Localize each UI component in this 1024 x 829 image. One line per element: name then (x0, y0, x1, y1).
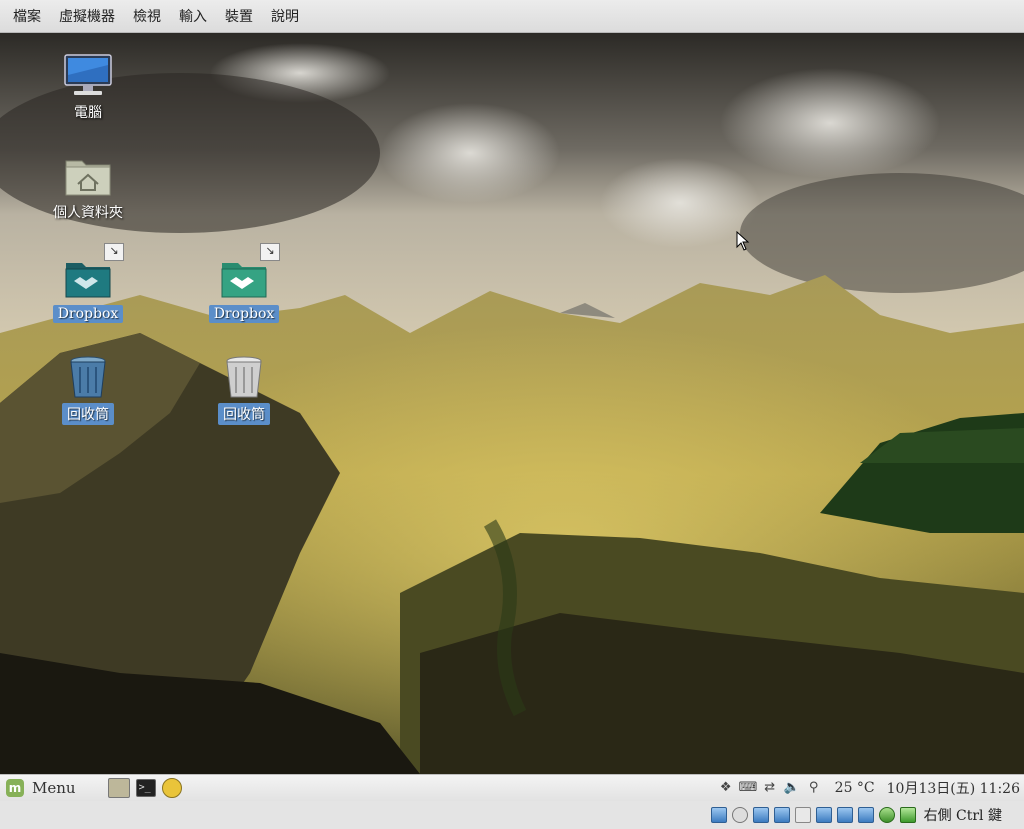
mouse-integration-icon[interactable] (878, 807, 895, 823)
desktop-icon-dropbox[interactable]: ↘ Dropbox (196, 243, 292, 323)
menu-machine[interactable]: 虛擬機器 (52, 2, 122, 30)
wallpaper (0, 33, 1024, 774)
desktop-icon-label: 回收筒 (218, 403, 270, 425)
weather-applet[interactable]: 25 °C (835, 780, 875, 796)
dropbox-folder-icon: ↘ (62, 243, 124, 303)
menu-file[interactable]: 檔案 (6, 2, 48, 30)
menu-devices[interactable]: 裝置 (218, 2, 260, 30)
host-key-arrow-icon (899, 807, 916, 823)
network-status-icon[interactable] (752, 807, 769, 823)
desktop-icon-trash[interactable]: 回收筒 (196, 355, 292, 425)
vbox-statusbar: 右側 Ctrl 鍵 (0, 801, 1024, 829)
guest-panel: m Menu >_ ❖ ⌨ ⇄ 🔈 ⚲ 25 °C 10月13日(五) 11:2… (0, 774, 1024, 801)
menu-label: Menu (32, 779, 76, 797)
desktop-icon-label: 回收筒 (62, 403, 114, 425)
start-menu-button[interactable]: m Menu (6, 776, 76, 800)
menu-help[interactable]: 說明 (264, 2, 306, 30)
system-tray: ❖ ⌨ ⇄ 🔈 ⚲ 25 °C 10月13日(五) 11:26 (717, 775, 1024, 801)
terminal-icon[interactable]: >_ (135, 779, 156, 797)
host-key-label: 右側 Ctrl 鍵 (923, 808, 1002, 824)
shared-folder-icon[interactable] (794, 807, 811, 823)
volume-icon[interactable]: 🔈 (783, 779, 801, 797)
video-capture-icon[interactable] (836, 807, 853, 823)
desktop-icon-trash[interactable]: 回收筒 (40, 355, 136, 425)
menu-input[interactable]: 輸入 (172, 2, 214, 30)
trash-icon (62, 355, 114, 401)
desktop-icon-label: Dropbox (208, 305, 280, 323)
link-arrow-icon: ↘ (260, 243, 280, 261)
usb-icon[interactable] (773, 807, 790, 823)
mint-logo-icon: m (6, 779, 24, 797)
desktop-icon-computer[interactable]: 電腦 (40, 53, 136, 123)
desktop-icon-label: 電腦 (74, 105, 102, 121)
dropbox-folder-icon: ↘ (218, 243, 280, 303)
link-arrow-icon: ↘ (104, 243, 124, 261)
host-menubar: 檔案 虛擬機器 檢視 輸入 裝置 說明 (0, 0, 1024, 33)
trash-icon (218, 355, 270, 401)
dropbox-tray-icon[interactable]: ❖ (717, 779, 735, 797)
guest-desktop[interactable]: 電腦 個人資料夾 ↘ Dropbox ↘ Dropbox 回收筒 回收筒 (0, 33, 1024, 774)
update-manager-icon[interactable] (161, 778, 182, 798)
desktop-icon-home[interactable]: 個人資料夾 (40, 153, 136, 223)
optical-drive-icon[interactable] (731, 807, 748, 823)
home-folder-icon (62, 153, 114, 199)
files-icon[interactable] (107, 778, 130, 798)
desktop-icon-label: Dropbox (52, 305, 124, 323)
desktop-icon-dropbox[interactable]: ↘ Dropbox (40, 243, 136, 323)
keyboard-icon[interactable]: ⌨ (739, 779, 758, 797)
menu-view[interactable]: 檢視 (126, 2, 168, 30)
search-tray-icon[interactable]: ⚲ (805, 779, 823, 797)
display-icon[interactable] (815, 807, 832, 823)
network-icon[interactable]: ⇄ (761, 779, 779, 797)
hard-disk-icon[interactable] (710, 807, 727, 823)
clock[interactable]: 10月13日(五) 11:26 (887, 778, 1020, 798)
mouse-cursor-icon (736, 231, 750, 251)
computer-icon (62, 53, 114, 99)
desktop-icon-label: 個人資料夾 (53, 205, 123, 221)
cpu-icon[interactable] (857, 807, 874, 823)
